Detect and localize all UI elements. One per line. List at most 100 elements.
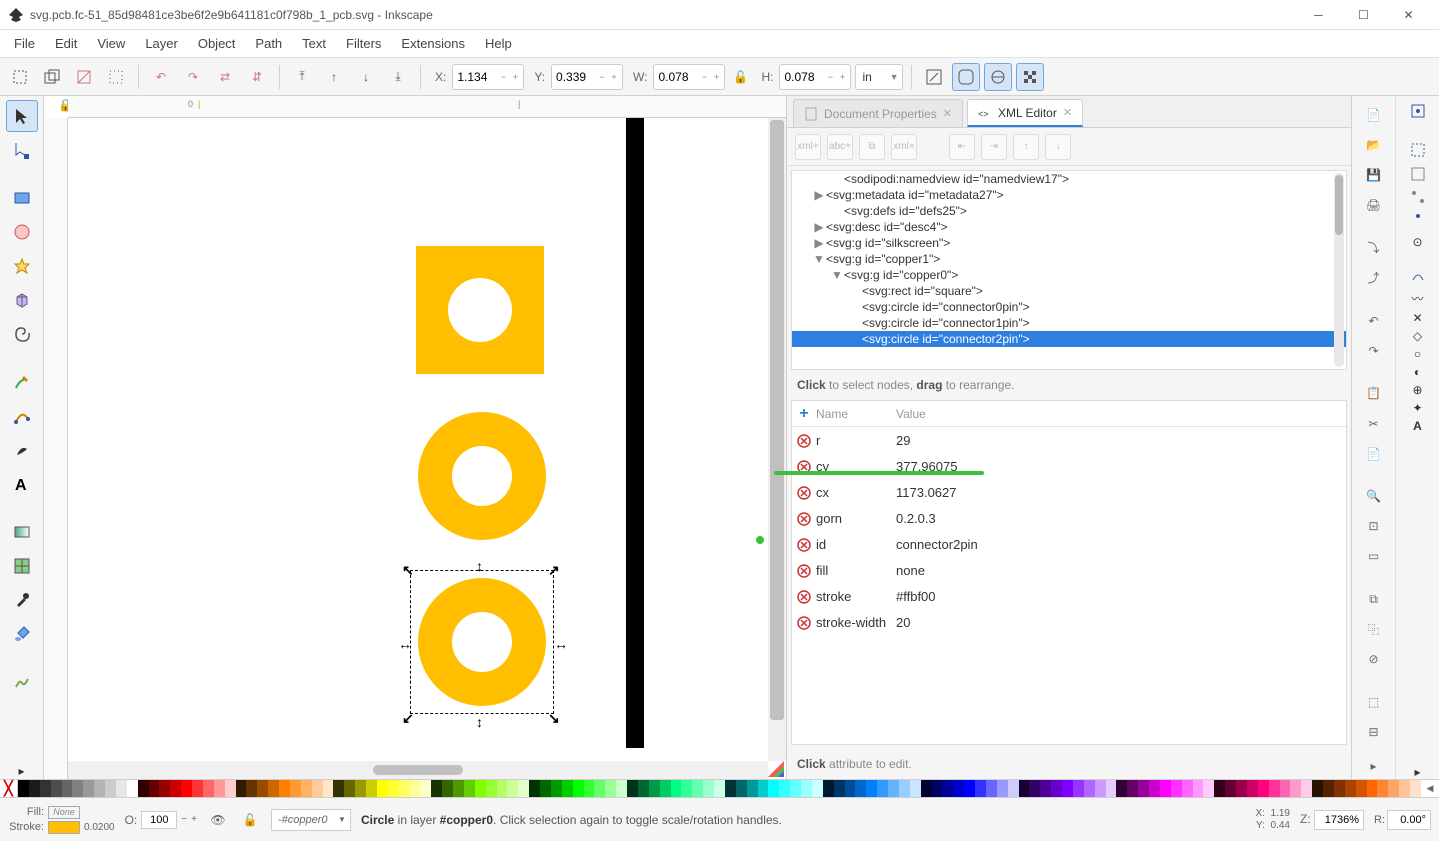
color-swatch[interactable] (507, 780, 518, 797)
color-swatch[interactable] (1258, 780, 1269, 797)
duplicate-button[interactable]: ⧉ (1359, 586, 1389, 612)
xml-delete-button[interactable]: xml× (891, 134, 917, 160)
color-swatch[interactable] (377, 780, 388, 797)
color-swatch[interactable] (518, 780, 529, 797)
color-swatch[interactable] (899, 780, 910, 797)
menu-view[interactable]: View (87, 32, 135, 55)
menu-object[interactable]: Object (188, 32, 246, 55)
color-swatch[interactable] (323, 780, 334, 797)
color-swatch[interactable] (594, 780, 605, 797)
color-swatch[interactable] (1323, 780, 1334, 797)
y-field[interactable]: −+ (551, 64, 623, 90)
mesh-tool[interactable] (6, 550, 38, 582)
window-maximize-button[interactable]: ☐ (1341, 0, 1386, 30)
color-swatch[interactable] (1095, 780, 1106, 797)
color-swatch[interactable] (1160, 780, 1171, 797)
vertical-scrollbar[interactable] (768, 118, 786, 761)
lower-button[interactable]: ↓ (352, 63, 380, 91)
node-tool[interactable] (6, 134, 38, 166)
w-inc[interactable]: + (710, 65, 722, 89)
attr-value[interactable]: #ffbf00 (896, 589, 1346, 604)
xml-node[interactable]: <svg:circle id="connector0pin"> (792, 299, 1346, 315)
color-swatch[interactable] (51, 780, 62, 797)
color-swatch[interactable] (475, 780, 486, 797)
opacity-inc[interactable]: + (191, 814, 197, 825)
color-swatch[interactable] (246, 780, 257, 797)
color-swatch[interactable] (1171, 780, 1182, 797)
zoom-input[interactable] (1314, 810, 1364, 830)
color-swatch[interactable] (1073, 780, 1084, 797)
color-swatch[interactable] (40, 780, 51, 797)
color-swatch[interactable] (1280, 780, 1291, 797)
selector-tool[interactable] (6, 100, 38, 132)
zoom-drawing-button[interactable]: ⊡ (1359, 513, 1389, 539)
color-swatch[interactable] (83, 780, 94, 797)
color-swatch[interactable] (605, 780, 616, 797)
dropper-tool[interactable] (6, 584, 38, 616)
color-swatch[interactable] (1356, 780, 1367, 797)
toggle-selection-box-button[interactable] (102, 63, 130, 91)
tree-scrollbar[interactable] (1334, 173, 1344, 367)
zoom-selection-button[interactable]: 🔍 (1359, 483, 1389, 509)
color-swatch[interactable] (768, 780, 779, 797)
lower-bottom-button[interactable]: ⤓ (384, 63, 412, 91)
ellipse-tool[interactable] (6, 216, 38, 248)
color-swatch[interactable] (540, 780, 551, 797)
xml-node[interactable]: ▶<svg:g id="silkscreen"> (792, 235, 1346, 251)
h-field[interactable]: −+ (779, 64, 851, 90)
color-swatch[interactable] (714, 780, 725, 797)
snap-nodes-button[interactable] (1410, 267, 1426, 286)
delete-attr-button[interactable] (792, 510, 816, 526)
scale-stroke-button[interactable] (920, 63, 948, 91)
print-button[interactable]: 🖨 (1359, 192, 1389, 218)
color-swatch[interactable] (333, 780, 344, 797)
color-swatch[interactable] (736, 780, 747, 797)
attr-row[interactable]: gorn0.2.0.3 (792, 505, 1346, 531)
y-inc[interactable]: + (608, 65, 620, 89)
gradient-tool[interactable] (6, 516, 38, 548)
attr-row[interactable]: cx1173.0627 (792, 479, 1346, 505)
open-button[interactable]: 📂 (1359, 132, 1389, 158)
w-input[interactable] (654, 70, 698, 84)
color-swatch[interactable] (703, 780, 714, 797)
color-swatch[interactable] (1269, 780, 1280, 797)
export-button[interactable]: ⤴ (1359, 265, 1389, 291)
snap-text-baseline-button[interactable]: A (1413, 419, 1422, 433)
menu-edit[interactable]: Edit (45, 32, 87, 55)
color-swatch[interactable] (942, 780, 953, 797)
window-close-button[interactable]: ✕ (1386, 0, 1431, 30)
color-swatch[interactable] (62, 780, 73, 797)
expand-toolbox[interactable]: ▸ (6, 763, 38, 779)
pencil-tool[interactable] (6, 366, 38, 398)
xml-node[interactable]: <sodipodi:namedview id="namedview17"> (792, 171, 1346, 187)
h-inc[interactable]: + (836, 65, 848, 89)
expand-icon[interactable]: ▶ (812, 236, 826, 250)
star-tool[interactable] (6, 250, 38, 282)
color-swatch[interactable] (1040, 780, 1051, 797)
color-swatch[interactable] (1149, 780, 1160, 797)
color-swatch[interactable] (1062, 780, 1073, 797)
raise-top-button[interactable]: ⤒ (288, 63, 316, 91)
expand-icon[interactable]: ▶ (812, 220, 826, 234)
snap-enable-button[interactable] (1409, 102, 1427, 123)
color-swatch[interactable] (1116, 780, 1127, 797)
y-dec[interactable]: − (596, 65, 608, 89)
color-swatch[interactable] (627, 780, 638, 797)
move-patterns-button[interactable] (1016, 63, 1044, 91)
color-swatch[interactable] (181, 780, 192, 797)
color-swatch[interactable] (649, 780, 660, 797)
vertical-ruler[interactable] (44, 118, 68, 779)
tab-close-icon[interactable]: ✕ (1063, 106, 1072, 119)
color-swatch[interactable] (1019, 780, 1030, 797)
palette-none[interactable]: ╳ (0, 780, 18, 797)
clone-button[interactable]: ⿻ (1359, 616, 1389, 642)
w-field[interactable]: −+ (653, 64, 725, 90)
attr-value[interactable]: 0.2.0.3 (896, 511, 1346, 526)
add-attribute-button[interactable]: + (792, 405, 816, 423)
spiral-tool[interactable] (6, 318, 38, 350)
horizontal-scrollbar[interactable] (68, 761, 768, 779)
save-button[interactable]: 💾 (1359, 162, 1389, 188)
snap-cusp-button[interactable]: ◇ (1413, 329, 1422, 343)
color-swatch[interactable] (529, 780, 540, 797)
y-input[interactable] (552, 70, 596, 84)
